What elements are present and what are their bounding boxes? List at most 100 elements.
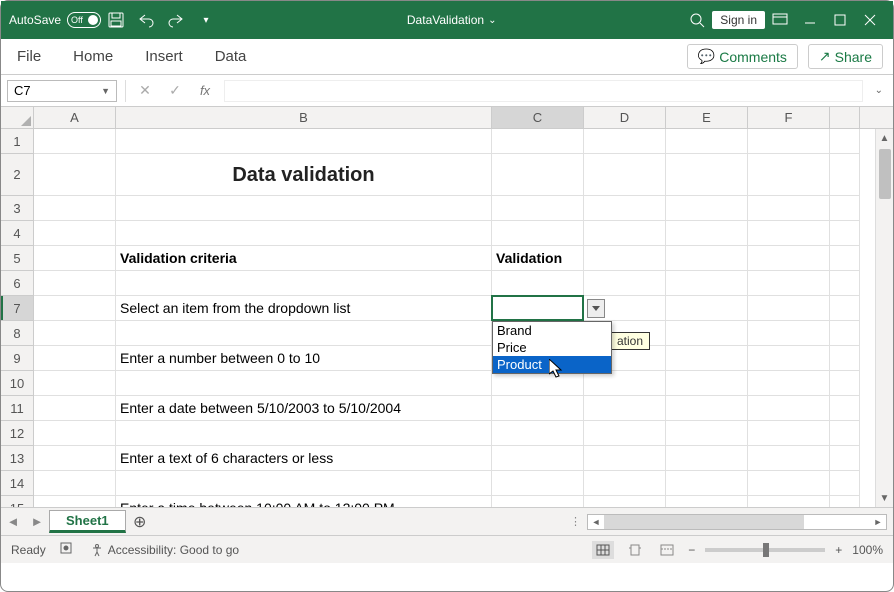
save-icon[interactable] (101, 5, 131, 35)
view-pagelayout-icon[interactable] (624, 541, 646, 559)
status-bar: Ready Accessibility: Good to go − + 100% (1, 535, 893, 563)
hscroll-track[interactable] (604, 515, 870, 529)
row-header-5[interactable]: 5 (1, 246, 34, 271)
validation-dropdown: Brand Price Product (492, 321, 612, 374)
tab-split-handle[interactable]: ⋮ (564, 515, 587, 528)
cell-B5[interactable]: Validation criteria (116, 246, 492, 271)
select-all-corner[interactable] (1, 107, 34, 128)
share-button[interactable]: ↗ Share (808, 44, 883, 69)
spreadsheet-grid: A B C D E F 1 2 Data validation 3 4 5 Vali… (1, 107, 893, 507)
row-header-11[interactable]: 11 (1, 396, 34, 421)
maximize-button[interactable] (825, 5, 855, 35)
col-header-blank[interactable] (830, 107, 860, 128)
validation-tooltip: ation (610, 332, 650, 350)
row-header-6[interactable]: 6 (1, 271, 34, 296)
hscroll-right-icon[interactable]: ► (870, 517, 886, 527)
col-header-F[interactable]: F (748, 107, 830, 128)
close-button[interactable] (855, 5, 885, 35)
share-icon: ↗ (819, 48, 831, 65)
row-header-1[interactable]: 1 (1, 129, 34, 154)
cell-B13[interactable]: Enter a text of 6 characters or less (116, 446, 492, 471)
search-icon[interactable] (682, 5, 712, 35)
filename[interactable]: DataValidation ⌄ (407, 13, 497, 27)
macro-record-icon[interactable] (60, 541, 76, 558)
scroll-thumb[interactable] (879, 149, 891, 199)
row-header-7[interactable]: 7 (1, 296, 34, 321)
accessibility-status[interactable]: Accessibility: Good to go (90, 543, 239, 557)
row-header-4[interactable]: 4 (1, 221, 34, 246)
dropdown-option-brand[interactable]: Brand (493, 322, 611, 339)
menu-bar: File Home Insert Data 💬 Comments ↗ Share (1, 39, 893, 75)
scroll-down-icon[interactable]: ▼ (876, 489, 893, 507)
chevron-down-icon: ⌄ (488, 15, 496, 26)
signin-button[interactable]: Sign in (712, 11, 765, 29)
formula-input[interactable] (224, 80, 863, 102)
cell-B7[interactable]: Select an item from the dropdown list (116, 296, 492, 321)
name-box[interactable]: C7 ▼ (7, 80, 117, 102)
cell-B11[interactable]: Enter a date between 5/10/2003 to 5/10/2… (116, 396, 492, 421)
formula-bar: C7 ▼ ✕ ✓ fx ⌄ (1, 75, 893, 107)
cell-B2[interactable]: Data validation (116, 154, 492, 196)
autosave-label: AutoSave (9, 13, 61, 27)
menu-home[interactable]: Home (67, 44, 119, 69)
formula-expand-icon[interactable]: ⌄ (871, 85, 887, 96)
cell-C5[interactable]: Validation (492, 246, 584, 271)
horizontal-scrollbar[interactable]: ◄ ► (587, 514, 887, 530)
row-header-8[interactable]: 8 (1, 321, 34, 346)
qatoolbar-dropdown-icon[interactable]: ▾ (191, 5, 221, 35)
col-header-B[interactable]: B (116, 107, 492, 128)
row-header-9[interactable]: 9 (1, 346, 34, 371)
row-header-12[interactable]: 12 (1, 421, 34, 446)
zoom-out-button[interactable]: − (688, 543, 695, 557)
cell-B9[interactable]: Enter a number between 0 to 10 (116, 346, 492, 371)
menu-insert[interactable]: Insert (139, 44, 189, 69)
vertical-scrollbar[interactable]: ▲ ▼ (875, 129, 893, 507)
row-header-10[interactable]: 10 (1, 371, 34, 396)
redo-icon[interactable] (161, 5, 191, 35)
col-header-D[interactable]: D (584, 107, 666, 128)
col-header-E[interactable]: E (666, 107, 748, 128)
cell-dropdown-button[interactable] (587, 299, 605, 318)
view-normal-icon[interactable] (592, 541, 614, 559)
col-header-A[interactable]: A (34, 107, 116, 128)
menu-data[interactable]: Data (209, 44, 253, 69)
add-sheet-button[interactable]: ⊕ (126, 512, 154, 532)
minimize-button[interactable] (795, 5, 825, 35)
namebox-dropdown-icon[interactable]: ▼ (101, 86, 110, 96)
sheet-tab-sheet1[interactable]: Sheet1 (49, 510, 126, 533)
row-header-3[interactable]: 3 (1, 196, 34, 221)
autosave-control[interactable]: AutoSave Off (9, 12, 101, 28)
ribbon-options-icon[interactable] (765, 5, 795, 35)
hscroll-thumb[interactable] (604, 515, 804, 529)
undo-icon[interactable] (131, 5, 161, 35)
zoom-slider[interactable] (705, 548, 825, 552)
row-header-15[interactable]: 15 (1, 496, 34, 507)
zoom-level[interactable]: 100% (852, 543, 883, 557)
row-header-2[interactable]: 2 (1, 154, 34, 196)
dropdown-option-price[interactable]: Price (493, 339, 611, 356)
autosave-toggle[interactable]: Off (67, 12, 101, 28)
menu-file[interactable]: File (11, 44, 47, 69)
cancel-formula-icon[interactable]: ✕ (134, 82, 156, 99)
title-bar: AutoSave Off ▾ DataValidation ⌄ Sign in (1, 1, 893, 39)
hscroll-left-icon[interactable]: ◄ (588, 517, 604, 527)
dropdown-option-product[interactable]: Product (493, 356, 611, 373)
column-headers: A B C D E F (1, 107, 893, 129)
row-header-13[interactable]: 13 (1, 446, 34, 471)
status-ready: Ready (11, 543, 46, 557)
tab-nav-prev-icon[interactable]: ◄ (1, 514, 25, 529)
view-pagebreak-icon[interactable] (656, 541, 678, 559)
zoom-handle[interactable] (763, 543, 769, 557)
fx-icon[interactable]: fx (194, 83, 216, 98)
rows: 1 2 Data validation 3 4 5 Validation crite… (1, 129, 893, 507)
comments-button[interactable]: 💬 Comments (687, 44, 798, 69)
zoom-in-button[interactable]: + (835, 543, 842, 557)
row-header-14[interactable]: 14 (1, 471, 34, 496)
col-header-C[interactable]: C (492, 107, 584, 128)
tab-nav-next-icon[interactable]: ► (25, 514, 49, 529)
scroll-up-icon[interactable]: ▲ (876, 129, 893, 147)
cell-B15[interactable]: Enter a time between 10:00 AM to 12:00 P… (116, 496, 492, 507)
comment-icon: 💬 (698, 48, 715, 65)
cell-C7[interactable] (492, 296, 584, 321)
enter-formula-icon[interactable]: ✓ (164, 82, 186, 99)
